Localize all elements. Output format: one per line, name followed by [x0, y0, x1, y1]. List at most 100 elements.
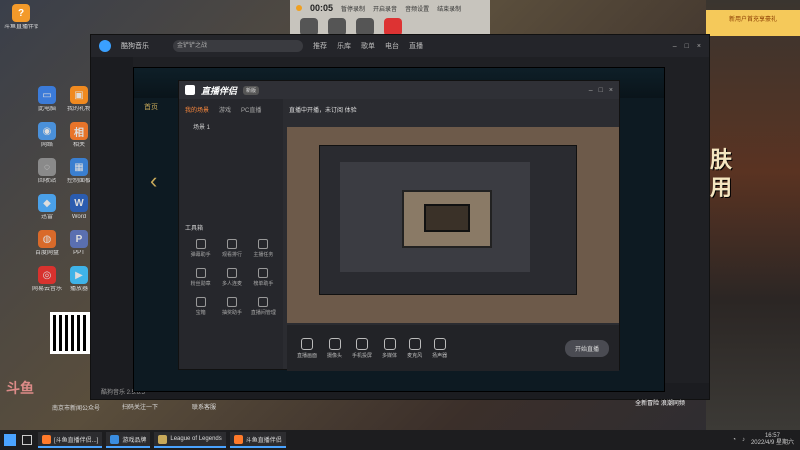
network-icon[interactable]: ◔ — [732, 437, 736, 443]
taskbar-app[interactable]: [斗鱼直播伴侣...] — [38, 432, 103, 448]
desktop-icon-label: 迅雷 — [40, 214, 53, 220]
desktop-icon[interactable]: ◆ 迅雷 — [30, 194, 64, 221]
scene-list-item[interactable]: 场景 1 — [179, 120, 283, 133]
toolbox-item[interactable]: 观看排行 — [216, 239, 247, 258]
chevron-left-icon[interactable]: ‹ — [150, 168, 157, 194]
music-tab-radio[interactable]: 电台 — [385, 41, 399, 51]
toolbox-item[interactable]: 多人连麦 — [216, 268, 247, 287]
tool-icon — [195, 268, 206, 278]
league-nav-home[interactable]: 首页 — [144, 102, 158, 112]
taskbar-app-label: 游戏品牌 — [122, 437, 147, 444]
tool-icon — [195, 239, 206, 249]
taskbar-app[interactable]: 斗鱼直播伴侣 — [229, 432, 286, 448]
windows-start-icon[interactable] — [4, 434, 16, 446]
live-logo-icon — [185, 85, 195, 95]
control-phone[interactable]: 手机投屏 — [352, 337, 372, 359]
recorder-button-audio[interactable]: 开启录音 — [373, 4, 397, 13]
control-mic[interactable]: 麦克风 — [407, 337, 422, 359]
live-close-icon[interactable]: × — [609, 87, 613, 94]
app-icon: ▶ — [70, 266, 88, 284]
tool-icon — [226, 297, 237, 307]
minimize-icon[interactable]: – — [673, 43, 677, 50]
music-sidebar — [91, 57, 133, 383]
clock[interactable]: 16:57 2022/4/9 星期六 — [751, 433, 794, 447]
tab-game[interactable]: 游戏 — [219, 105, 231, 114]
toolbox-item[interactable]: 宝箱 — [185, 297, 216, 316]
app-icon: ◌ — [38, 158, 56, 176]
live-companion-window: 直播伴侣 新版 – □ × 我的场景 游戏 PC直播 场景 1 工具箱 弹幕助手… — [178, 80, 620, 371]
toolbox-item[interactable]: 主播任务 — [248, 239, 279, 258]
live-left-panel: 我的场景 游戏 PC直播 场景 1 工具箱 弹幕助手 观看排行 主播任务粉丝勋章 多人… — [179, 99, 283, 369]
control-camera[interactable]: 摄像头 — [327, 337, 342, 359]
task-view-icon[interactable] — [22, 435, 32, 445]
ad-top-banner[interactable]: 新用户首充享豪礼 — [706, 10, 800, 36]
control-media[interactable]: 多媒体 — [382, 337, 397, 359]
desktop-icon-label: 网络 — [40, 142, 53, 148]
music-titlebar: 酷狗音乐 金铲铲之战 推荐 乐库 歌单 电台 直播 – □ × — [91, 35, 709, 57]
app-icon: W — [70, 194, 88, 212]
taskbar-apps: [斗鱼直播伴侣...] 游戏品牌 League of Legends 斗鱼直播伴侣 — [38, 432, 286, 448]
toolbox-item[interactable]: 弹幕助手 — [185, 239, 216, 258]
toolbox-item-label: 主播任务 — [253, 252, 274, 258]
music-tab-live[interactable]: 直播 — [409, 41, 423, 51]
control-speaker[interactable]: 扬声器 — [432, 337, 447, 359]
toolbox-item[interactable]: 榜单助手 — [248, 268, 279, 287]
tab-my-scenes[interactable]: 我的场景 — [185, 105, 209, 114]
desktop-icon[interactable]: ◎ 网易云音乐 — [30, 266, 64, 293]
desktop-icon[interactable]: ◌ 回收站 — [30, 158, 64, 185]
maximize-icon[interactable]: □ — [685, 43, 689, 50]
desktop-icon-douyu[interactable]: ? 斗鱼直播伴侣 — [4, 4, 38, 31]
toolbox-item[interactable]: 粉丝勋章 — [185, 268, 216, 287]
start-live-button[interactable]: 开始直播 — [564, 339, 609, 357]
douyu-watermark: 斗鱼 — [6, 380, 34, 396]
live-minimize-icon[interactable]: – — [589, 87, 593, 94]
tab-pc-live[interactable]: PC直播 — [241, 105, 261, 114]
app-icon: ▦ — [70, 158, 88, 176]
live-maximize-icon[interactable]: □ — [599, 87, 603, 94]
toolbox-item[interactable]: 抽奖助手 — [216, 297, 247, 316]
close-icon[interactable]: × — [697, 43, 701, 50]
taskbar: [斗鱼直播伴侣...] 游戏品牌 League of Legends 斗鱼直播伴侣 ◔… — [0, 430, 800, 450]
app-icon: P — [70, 230, 88, 248]
toolbox-item[interactable]: 直播间管理 — [248, 297, 279, 316]
taskbar-app-icon — [110, 434, 120, 444]
recorder-button-settings[interactable]: 音频设置 — [405, 4, 429, 13]
live-controls: 直播画面 摄像头 手机投屏 多媒体 麦克风 扬声器 开始直播 — [287, 325, 619, 371]
toolbox-item-label: 宝箱 — [195, 310, 206, 316]
music-tab-playlist[interactable]: 歌单 — [361, 41, 375, 51]
control-screen[interactable]: 直播画面 — [297, 337, 317, 359]
music-tab-library[interactable]: 乐库 — [337, 41, 351, 51]
toolbox-item-label: 弹幕助手 — [190, 252, 211, 258]
screen-icon — [301, 337, 313, 350]
nested-window-2 — [340, 162, 530, 272]
taskbar-app-icon — [233, 434, 243, 444]
desktop-icon[interactable]: ◉ 网络 — [30, 122, 64, 149]
recorder-button-stop[interactable]: 结束录制 — [437, 4, 461, 13]
desktop-icon[interactable]: ◍ 百度网盘 — [30, 230, 64, 257]
toolbox-title: 工具箱 — [185, 226, 204, 232]
taskbar-app-icon — [158, 434, 168, 444]
app-icon: ◉ — [38, 122, 56, 140]
desktop-icon[interactable]: ▭ 此电脑 — [30, 86, 64, 113]
side-advertisement[interactable]: 新用户首充享豪礼 肤 用 — [706, 0, 800, 430]
record-indicator-icon — [296, 5, 302, 11]
app-icon: ▭ — [38, 86, 56, 104]
taskbar-app-label: 斗鱼直播伴侣 — [245, 437, 282, 444]
nested-window-4 — [424, 204, 470, 232]
live-titlebar: 直播伴侣 新版 – □ × — [179, 81, 619, 99]
music-tab-recommend[interactable]: 推荐 — [313, 41, 327, 51]
volume-icon[interactable]: ♪ — [742, 437, 745, 443]
music-search-input[interactable]: 金铲铲之战 — [173, 40, 303, 52]
tool-icon — [258, 297, 269, 307]
system-tray: ◔ ♪ 16:57 2022/4/9 星期六 — [732, 433, 800, 447]
toolbox-item-label: 直播间管理 — [250, 310, 276, 316]
nested-window-3 — [402, 190, 492, 248]
taskbar-app[interactable]: 游戏品牌 — [106, 432, 151, 448]
tool-icon — [258, 239, 269, 249]
tool-icon — [226, 268, 237, 278]
recorder-button-pause[interactable]: 暂停录制 — [341, 4, 365, 13]
toolbox-grid: 弹幕助手 观看排行 主播任务粉丝勋章 多人连麦 榜单助手宝箱 抽奖助手 直播间管理 — [185, 239, 279, 316]
toolbox-item-label: 抽奖助手 — [221, 310, 242, 316]
taskbar-app[interactable]: League of Legends — [154, 432, 226, 448]
toolbox-item-label: 多人连麦 — [221, 281, 242, 287]
